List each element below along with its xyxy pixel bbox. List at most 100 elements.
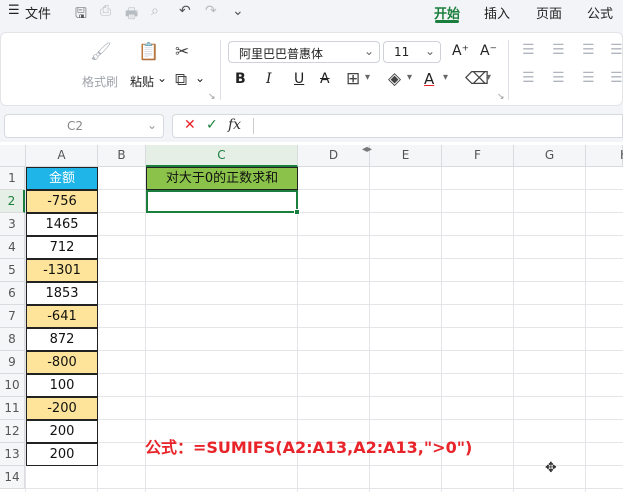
ribbon-divider: [508, 40, 509, 100]
justify-icon[interactable]: ☰: [610, 70, 623, 86]
grid-horizontal-line: [25, 304, 623, 305]
column-header-e[interactable]: E: [370, 145, 442, 167]
column-header-d[interactable]: D: [298, 145, 370, 167]
cell-a2[interactable]: -756: [26, 190, 98, 213]
row-header-14[interactable]: 14: [0, 466, 25, 489]
italic-button[interactable]: I: [266, 71, 272, 87]
bold-button[interactable]: B: [235, 71, 246, 87]
format-painter-icon[interactable]: 🖌: [90, 42, 112, 62]
grow-font-button[interactable]: A⁺: [452, 43, 469, 59]
cell-a8[interactable]: 872: [26, 328, 98, 351]
chevron-down-icon[interactable]: ▾: [486, 72, 491, 83]
cell-a1-header[interactable]: 金额: [26, 167, 98, 190]
align-middle-icon[interactable]: ☰: [552, 42, 565, 58]
cursor-crosshair-icon: ✥: [545, 460, 557, 476]
chevron-down-icon[interactable]: ▾: [365, 72, 370, 83]
font-size-select[interactable]: 11 ⌄: [383, 41, 441, 63]
font-launcher-icon[interactable]: ↘: [497, 92, 505, 102]
export-icon[interactable]: ⎙: [100, 3, 111, 19]
row-header-3[interactable]: 3: [0, 213, 25, 236]
strikethrough-button[interactable]: A: [320, 71, 330, 87]
column-header-g[interactable]: G: [514, 145, 586, 167]
column-resize-handle-icon[interactable]: ◂▸: [362, 144, 372, 155]
column-header-b[interactable]: B: [98, 145, 146, 167]
align-left-icon[interactable]: ☰: [522, 70, 535, 86]
chevron-down-icon[interactable]: ▾: [407, 72, 412, 83]
grid-vertical-line: [585, 167, 586, 492]
row-header-1[interactable]: 1: [0, 167, 25, 190]
fill-color-icon[interactable]: ◈: [388, 69, 401, 89]
cell-a3[interactable]: 1465: [26, 213, 98, 236]
cell-c1-header[interactable]: 对大于0的正数求和: [146, 167, 298, 190]
align-top-icon[interactable]: ☰: [522, 42, 535, 58]
chevron-down-icon: ⌄: [363, 44, 374, 58]
column-header-a[interactable]: A: [26, 145, 98, 167]
copy-icon[interactable]: ⧉: [175, 70, 187, 90]
grid-horizontal-line: [25, 235, 623, 236]
row-header-7[interactable]: 7: [0, 305, 25, 328]
align-extra-icon[interactable]: ☰: [610, 42, 623, 58]
copy-chevron-icon[interactable]: ⌄: [195, 71, 205, 85]
format-painter-label[interactable]: 格式刷: [82, 73, 118, 90]
cell-a6[interactable]: 1853: [26, 282, 98, 305]
tab-insert[interactable]: 插入: [484, 3, 510, 22]
file-menu[interactable]: 文件: [25, 3, 51, 22]
cancel-icon[interactable]: ✕: [184, 117, 196, 133]
row-header-4[interactable]: 4: [0, 236, 25, 259]
confirm-icon[interactable]: ✓: [206, 117, 218, 133]
row-header-13[interactable]: 13: [0, 443, 25, 466]
tab-formula[interactable]: 公式: [587, 3, 613, 22]
row-header-5[interactable]: 5: [0, 259, 25, 282]
cell-a7[interactable]: -641: [26, 305, 98, 328]
cell-a9[interactable]: -800: [26, 351, 98, 374]
align-right-icon[interactable]: ☰: [582, 70, 595, 86]
row-header-12[interactable]: 12: [0, 420, 25, 443]
tab-page[interactable]: 页面: [536, 3, 562, 22]
undo-icon[interactable]: ↶: [179, 3, 191, 19]
align-bottom-icon[interactable]: ☰: [582, 42, 595, 58]
grid-horizontal-line: [25, 488, 623, 489]
insert-function-icon[interactable]: fx: [228, 117, 241, 133]
shrink-font-button[interactable]: A⁻: [480, 43, 497, 59]
menu-bar: ☰ 文件 🖫 ⎙ 🖶 ⌕ ↶ ↷ ⌄ 开始 插入 页面 公式: [0, 0, 623, 24]
clipboard-launcher-icon[interactable]: ↘: [208, 92, 216, 102]
print-preview-icon[interactable]: ⌕: [151, 3, 159, 19]
chevron-down-icon[interactable]: ▾: [443, 72, 448, 83]
font-name-value: 阿里巴巴普惠体: [239, 47, 324, 61]
borders-icon[interactable]: ⊞: [346, 69, 360, 89]
cell-a5[interactable]: -1301: [26, 259, 98, 282]
fill-handle[interactable]: [294, 209, 300, 215]
selected-cell-c2[interactable]: [146, 190, 298, 213]
row-header-2[interactable]: 2: [0, 190, 25, 213]
align-center-icon[interactable]: ☰: [552, 70, 565, 86]
formula-divider: [253, 118, 254, 134]
select-all-corner[interactable]: [0, 145, 26, 167]
cell-a10[interactable]: 100: [26, 374, 98, 397]
row-header-10[interactable]: 10: [0, 374, 25, 397]
hamburger-menu-icon[interactable]: ☰: [8, 3, 20, 18]
paste-icon[interactable]: 📋: [138, 42, 159, 62]
column-header-f[interactable]: F: [442, 145, 514, 167]
row-header-6[interactable]: 6: [0, 282, 25, 305]
cell-a12[interactable]: 200: [26, 420, 98, 443]
row-header-9[interactable]: 9: [0, 351, 25, 374]
more-icon[interactable]: ⌄: [232, 3, 244, 19]
column-header-c[interactable]: C: [146, 145, 298, 167]
chevron-down-icon: ⌄: [424, 44, 435, 58]
grid-horizontal-line: [25, 258, 623, 259]
name-box[interactable]: C2 ⌄: [4, 114, 164, 138]
row-header-11[interactable]: 11: [0, 397, 25, 420]
cell-a13[interactable]: 200: [26, 443, 98, 466]
paste-chevron-icon[interactable]: ⌄: [157, 71, 167, 85]
redo-icon[interactable]: ↷: [205, 3, 217, 19]
column-header-h[interactable]: H: [586, 145, 623, 167]
cut-icon[interactable]: ✂: [175, 42, 189, 62]
font-name-select[interactable]: 阿里巴巴普惠体 ⌄: [228, 41, 380, 63]
cell-a11[interactable]: -200: [26, 397, 98, 420]
paste-label[interactable]: 粘贴: [130, 73, 154, 90]
grid-vertical-line: [513, 167, 514, 492]
underline-button[interactable]: U: [294, 71, 304, 87]
row-header-8[interactable]: 8: [0, 328, 25, 351]
cell-a4[interactable]: 712: [26, 236, 98, 259]
font-color-icon[interactable]: A: [424, 70, 434, 88]
